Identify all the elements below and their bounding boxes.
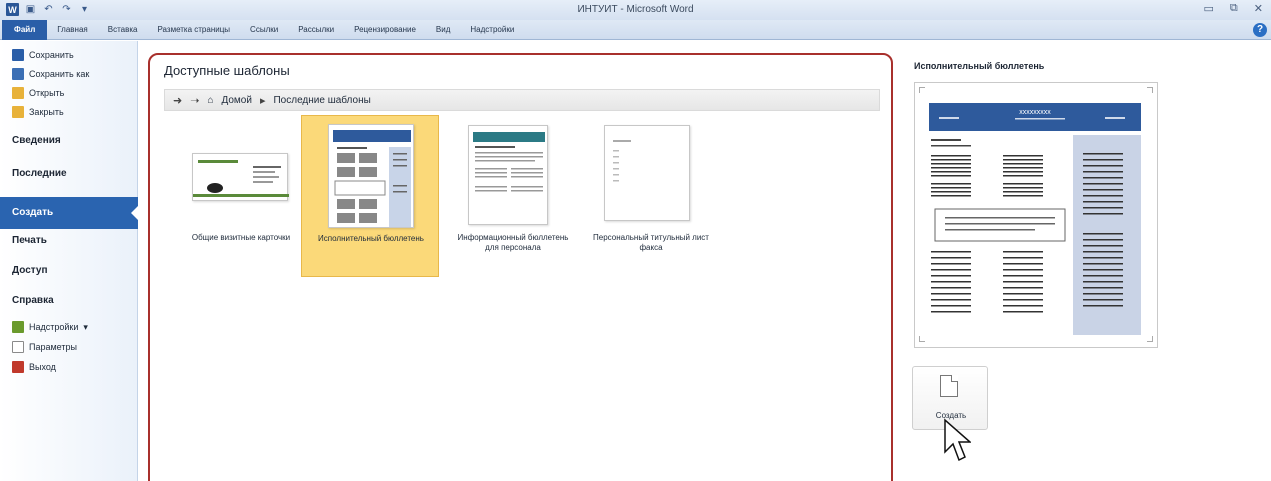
nav-print[interactable]: Печать <box>12 235 47 246</box>
help-icon[interactable]: ? <box>1253 23 1267 37</box>
nav-exit-label: Выход <box>29 362 56 372</box>
addins-icon <box>12 321 24 333</box>
nav-recent[interactable]: Последние <box>12 168 67 179</box>
template-preview: xxxxxxxxx <box>914 82 1158 348</box>
nav-save[interactable]: Сохранить <box>12 49 74 61</box>
nav-close[interactable]: Закрыть <box>12 106 64 118</box>
nav-options-label: Параметры <box>29 342 77 352</box>
executive-newsletter-thumbnail <box>328 124 414 228</box>
nav-new-label: Создать <box>12 207 54 218</box>
template-label: Общие визитные карточки <box>191 233 291 242</box>
close-folder-icon <box>12 106 24 118</box>
nav-open-label: Открыть <box>29 88 65 98</box>
template-label: Исполнительный бюллетень <box>318 234 424 243</box>
nav-addins-label: Надстройки <box>29 322 79 332</box>
preview-title: Исполнительный бюллетень <box>914 61 1045 71</box>
close-icon[interactable]: ✕ <box>1254 2 1263 15</box>
new-document-icon <box>940 375 958 397</box>
nav-info[interactable]: Сведения <box>12 135 61 146</box>
breadcrumb-home[interactable]: Домой <box>221 95 251 106</box>
tab-page-layout[interactable]: Разметка страницы <box>147 20 240 40</box>
nav-exit[interactable]: Выход <box>12 361 56 373</box>
tab-home[interactable]: Главная <box>47 20 97 40</box>
business-card-graphic <box>193 160 289 197</box>
tab-review[interactable]: Рецензирование <box>344 20 426 40</box>
nav-addins[interactable]: Надстройки ▾ <box>12 321 88 333</box>
exit-icon <box>12 361 24 373</box>
selected-notch <box>131 205 139 221</box>
nav-save-as-label: Сохранить как <box>29 69 90 79</box>
open-folder-icon <box>12 87 24 99</box>
fax-cover-graphic <box>613 140 631 182</box>
home-icon[interactable]: ⌂ <box>207 95 213 106</box>
tab-references[interactable]: Ссылки <box>240 20 288 40</box>
nav-options[interactable]: Параметры <box>12 341 77 353</box>
save-as-icon <box>12 68 24 80</box>
tab-file[interactable]: Файл <box>2 19 48 40</box>
staff-newsletter-thumbnail <box>468 125 548 225</box>
backstage-nav: Сохранить Сохранить как Открыть Закрыть … <box>0 41 139 481</box>
chevron-right-icon: ▸ <box>259 94 266 107</box>
restore-icon[interactable]: ⧉ <box>1230 2 1238 15</box>
nav-open[interactable]: Открыть <box>12 87 64 99</box>
fax-cover-thumbnail <box>604 125 690 221</box>
save-icon <box>12 49 24 61</box>
business-card-thumbnail <box>192 153 289 201</box>
dropdown-icon: ▾ <box>83 321 88 332</box>
nav-share[interactable]: Доступ <box>12 265 48 276</box>
template-fax-cover[interactable]: Персональный титульный лист факса <box>582 115 720 277</box>
forward-icon[interactable]: ➝ <box>190 94 199 107</box>
nav-close-label: Закрыть <box>29 107 64 117</box>
window-controls: ▭ ⧉ ✕ <box>1204 2 1263 15</box>
template-label: Информационный бюллетень для персонала <box>457 233 569 252</box>
breadcrumb: ➜ ➝ ⌂ Домой ▸ Последние шаблоны <box>164 89 880 111</box>
back-icon[interactable]: ➜ <box>173 94 182 107</box>
template-business-cards[interactable]: Общие визитные карточки <box>172 115 310 277</box>
nav-help[interactable]: Справка <box>12 295 54 306</box>
preview-graphic: xxxxxxxxx <box>919 87 1153 342</box>
tab-mailings[interactable]: Рассылки <box>288 20 344 40</box>
tab-view[interactable]: Вид <box>426 20 460 40</box>
window-title: ИНТУИТ - Microsoft Word <box>577 4 694 15</box>
breadcrumb-current[interactable]: Последние шаблоны <box>273 95 370 106</box>
nav-save-as[interactable]: Сохранить как <box>12 68 89 80</box>
nav-save-label: Сохранить <box>29 50 74 60</box>
staff-newsletter-graphic <box>473 132 545 192</box>
minimize-icon[interactable]: ▭ <box>1204 2 1214 15</box>
template-executive-newsletter[interactable]: Исполнительный бюллетень <box>301 115 439 277</box>
tab-addins[interactable]: Надстройки <box>460 20 524 40</box>
template-staff-newsletter[interactable]: Информационный бюллетень для персонала <box>444 115 582 277</box>
template-label: Персональный титульный лист факса <box>593 233 709 252</box>
newsletter-graphic <box>333 130 411 227</box>
preview-header-text: xxxxxxxxx <box>1019 109 1051 116</box>
available-templates-panel: Доступные шаблоны ➜ ➝ ⌂ Домой ▸ Последни… <box>148 53 893 481</box>
ribbon-tabs: Файл Главная Вставка Разметка страницы С… <box>0 19 1271 40</box>
nav-new[interactable]: Создать <box>0 197 139 229</box>
mouse-pointer-icon <box>944 418 971 462</box>
tab-insert[interactable]: Вставка <box>98 20 148 40</box>
options-icon <box>12 341 24 353</box>
title-bar: W ▣ ↶ ↷ ▾ ИНТУИТ - Microsoft Word ▭ ⧉ ✕ <box>0 0 1271 20</box>
panel-title: Доступные шаблоны <box>164 63 290 78</box>
